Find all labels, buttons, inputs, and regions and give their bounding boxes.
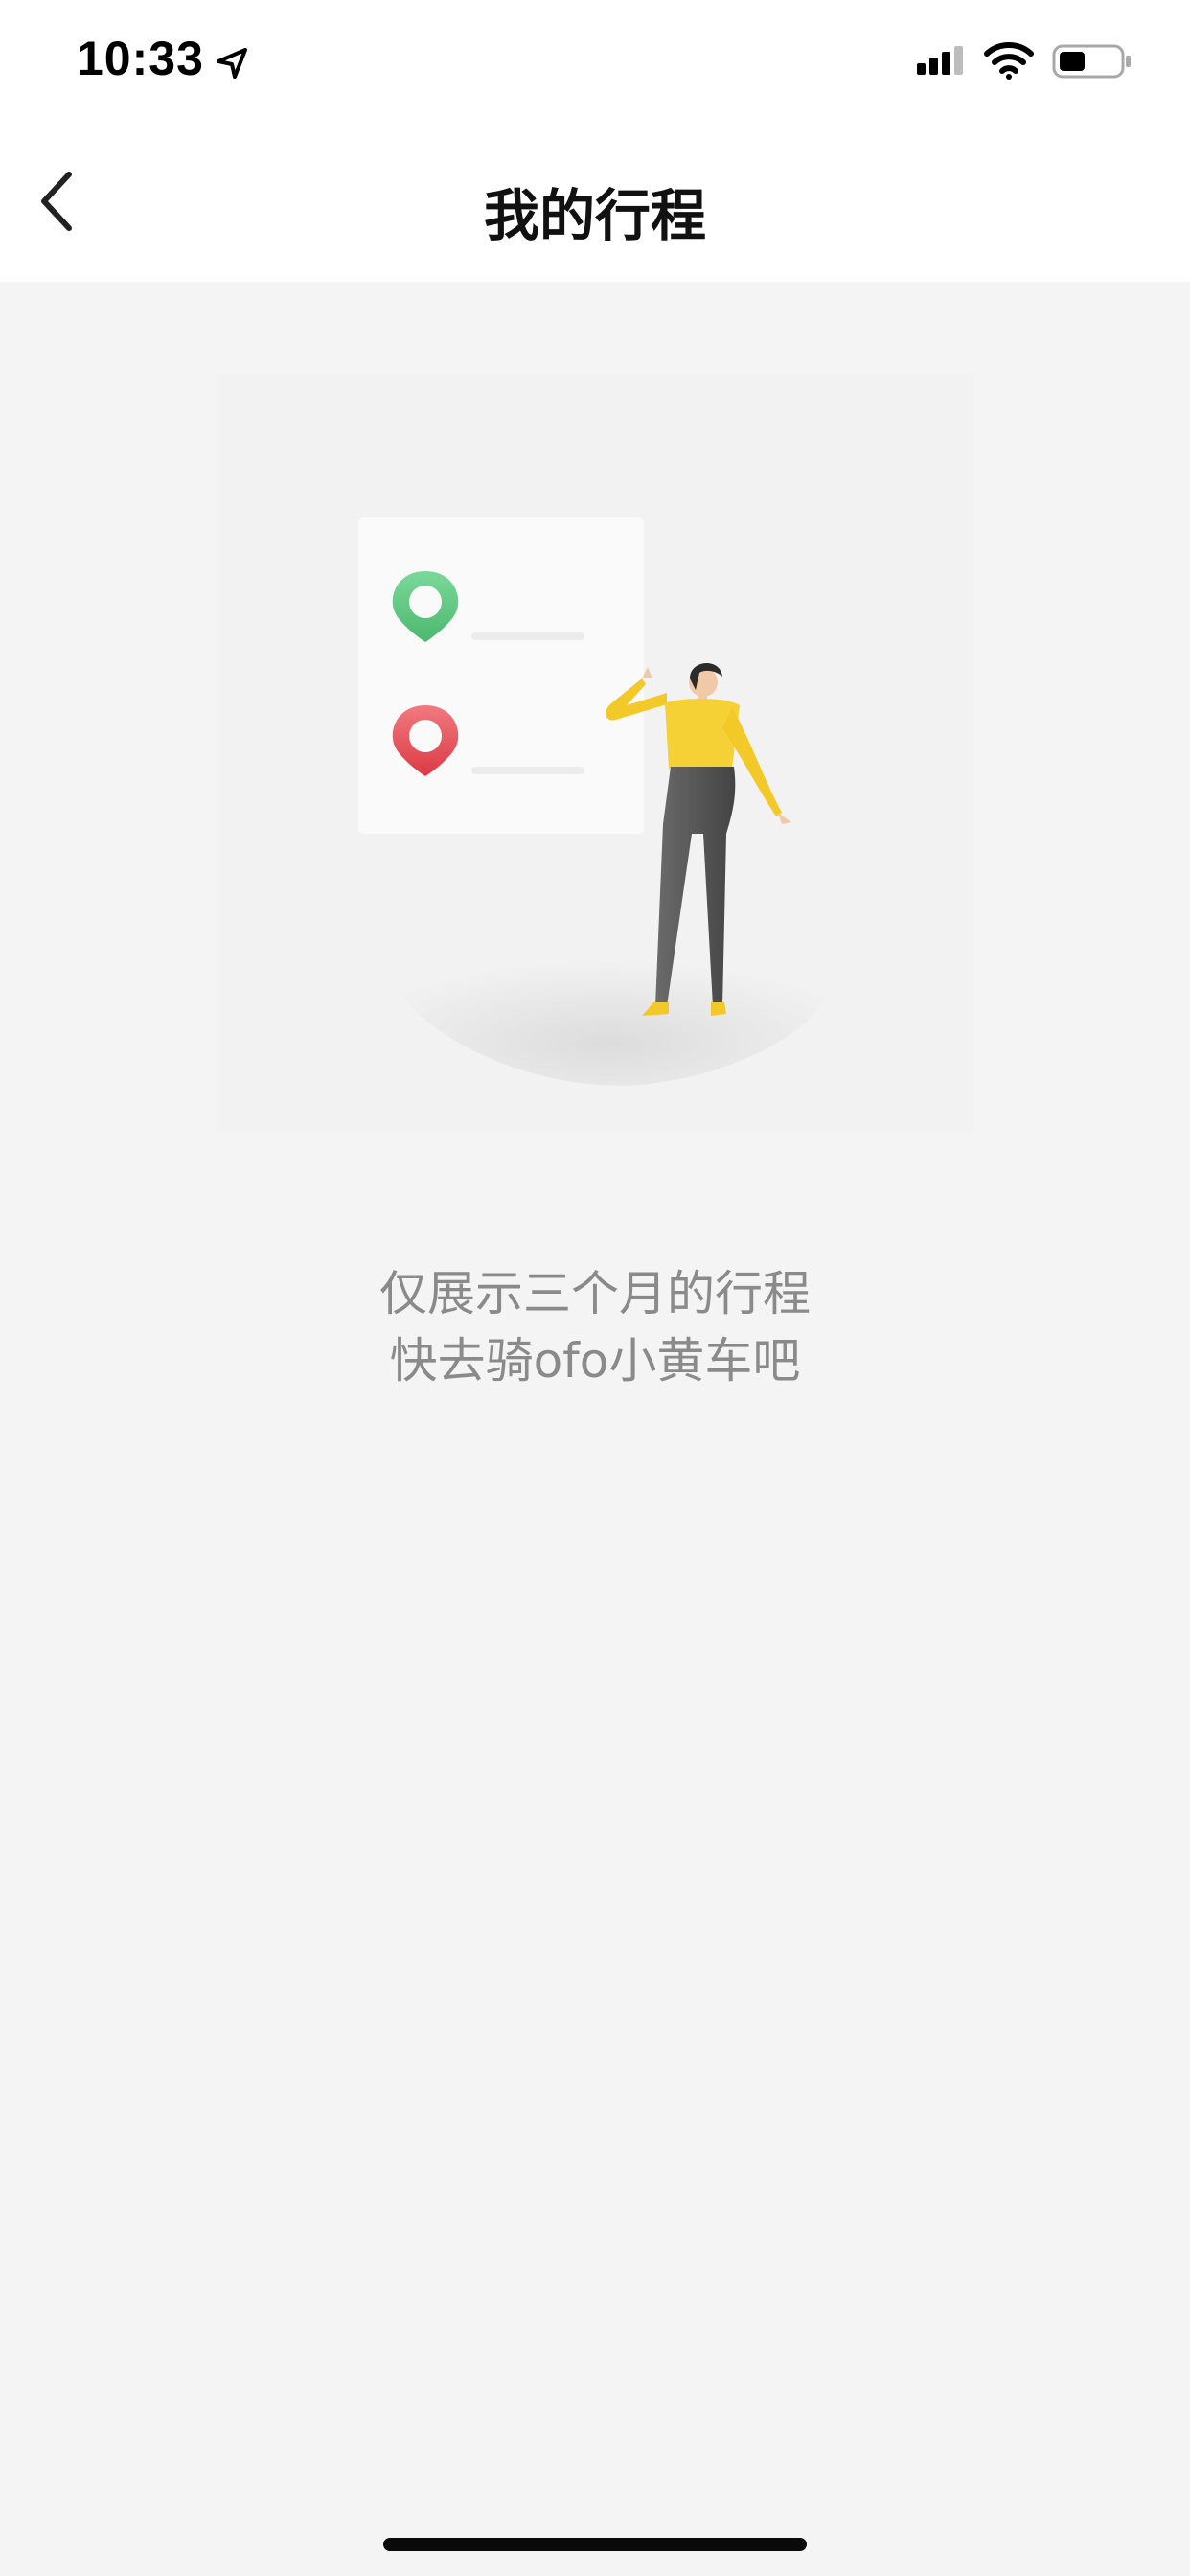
battery-icon — [1052, 44, 1131, 79]
route-card — [358, 518, 644, 834]
location-arrow-icon — [217, 48, 247, 79]
empty-state-line-2: 快去骑ofo小黄车吧 — [389, 1333, 801, 1389]
home-indicator[interactable] — [383, 2538, 807, 2551]
card-line-1 — [471, 632, 584, 640]
empty-state-line-1: 仅展示三个月的行程 — [379, 1266, 811, 1322]
wifi-icon — [984, 42, 1034, 80]
status-time: 10:33 — [77, 32, 204, 85]
cellular-signal-icon — [917, 46, 963, 75]
empty-state-illustration — [217, 374, 973, 1133]
card-line-2 — [471, 767, 584, 774]
status-bar: 10:33 — [0, 0, 1190, 125]
nav-bar: 我的行程 — [0, 125, 1190, 282]
page-title: 我的行程 — [483, 183, 706, 248]
